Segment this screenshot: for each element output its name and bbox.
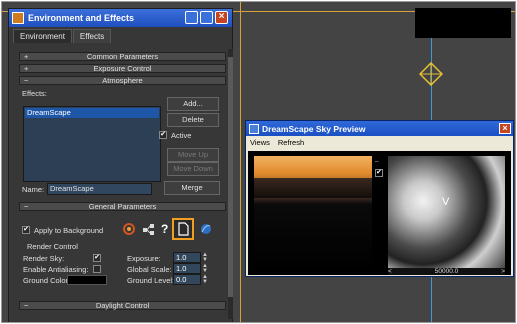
redacted-region — [415, 8, 511, 38]
environment-effects-dialog: Environment and Effects × Environment Ef… — [8, 8, 233, 322]
collapse-icon: − — [24, 301, 29, 310]
ground-level-spinner[interactable]: 0.0 ▲ ▼ — [173, 274, 208, 285]
expand-icon: + — [24, 64, 29, 73]
preview-checkbox[interactable]: ✔ — [375, 169, 383, 177]
scale-bar: < > 50000.0 — [388, 268, 505, 275]
ground-level-label: Ground Level: — [127, 276, 175, 285]
add-button[interactable]: Add... — [167, 97, 219, 111]
preview-body: ⇔ ✔ V < > 50000.0 — [248, 151, 511, 275]
render-control-label: Render Control — [27, 242, 78, 251]
maximize-button[interactable] — [200, 11, 213, 24]
close-button[interactable]: × — [215, 11, 228, 24]
effects-list[interactable]: DreamScape — [23, 106, 161, 182]
apply-background-label: Apply to Background — [34, 226, 104, 235]
name-label: Name: — [22, 185, 45, 194]
rollout-general-parameters[interactable]: − General Parameters — [19, 202, 226, 211]
dialog-titlebar[interactable]: Environment and Effects — [9, 9, 232, 27]
preview-titlebar[interactable]: DreamScape Sky Preview — [246, 121, 513, 136]
name-input[interactable]: DreamScape — [47, 183, 152, 195]
ground-color-label: Ground Color: — [23, 276, 71, 285]
dialog-scrollbar[interactable] — [228, 49, 233, 319]
active-label: Active — [171, 131, 192, 140]
dialog-title: Environment and Effects — [28, 13, 135, 23]
delete-button[interactable]: Delete — [167, 113, 219, 127]
exposure-spinner[interactable]: 1.0 ▲ ▼ — [173, 252, 208, 263]
help-icon[interactable]: ? — [161, 222, 168, 236]
minimize-button[interactable] — [185, 11, 198, 24]
expand-icon: + — [24, 52, 29, 61]
list-item[interactable]: DreamScape — [25, 108, 159, 118]
app-frame: Environment and Effects × Environment Ef… — [1, 1, 516, 323]
dreamscape-logo-icon[interactable] — [122, 222, 136, 236]
menu-views[interactable]: Views — [250, 138, 270, 147]
spinner-arrows-icon[interactable]: ▲ ▼ — [202, 252, 208, 263]
exposure-label: Exposure: — [127, 254, 161, 263]
viewport-border-line — [240, 2, 241, 322]
scale-right-arrow-icon: > — [501, 268, 505, 275]
rollout-daylight-control[interactable]: − Daylight Control — [19, 301, 226, 310]
spinner-arrows-icon[interactable]: ▲ ▼ — [202, 263, 208, 274]
global-scale-spinner[interactable]: 1.0 ▲ ▼ — [173, 263, 208, 274]
scale-left-arrow-icon: < — [388, 268, 392, 275]
merge-button[interactable]: Merge — [164, 181, 220, 195]
scale-value: 50000.0 — [434, 268, 459, 275]
globe-icon[interactable] — [199, 222, 213, 236]
active-checkbox[interactable]: ✔ — [159, 131, 167, 139]
collapse-icon: − — [24, 202, 29, 211]
spinner-arrows-icon[interactable]: ▲ ▼ — [202, 274, 208, 285]
rollout-exposure-control[interactable]: + Exposure Control — [19, 64, 226, 73]
app-icon — [12, 12, 24, 24]
collapse-icon: − — [24, 76, 29, 85]
scrollbar-thumb[interactable] — [228, 57, 233, 297]
rollout-common-parameters[interactable]: + Common Parameters — [19, 52, 226, 61]
preview-title: DreamScape Sky Preview — [262, 123, 366, 134]
preview-menubar: Views Refresh — [246, 136, 513, 148]
preview-button[interactable] — [172, 218, 194, 240]
tab-effects[interactable]: Effects — [72, 29, 112, 43]
effects-label: Effects: — [22, 89, 47, 98]
preview-app-icon — [249, 123, 259, 134]
render-sky-label: Render Sky: — [23, 254, 65, 263]
preview-close-button[interactable]: × — [499, 123, 511, 134]
rollout-atmosphere[interactable]: − Atmosphere — [19, 76, 226, 85]
horizon-band — [254, 178, 372, 198]
camera-target-icon[interactable] — [419, 62, 443, 86]
view-marker-icon: V — [442, 196, 450, 208]
ground-color-swatch[interactable] — [67, 275, 107, 285]
cloud-map-view[interactable]: V — [388, 156, 505, 268]
settings-tree-icon[interactable] — [142, 222, 156, 236]
move-down-button[interactable]: Move Down — [167, 162, 219, 176]
global-scale-label: Global Scale: — [127, 265, 172, 274]
apply-background-checkbox[interactable]: ✔ — [22, 226, 30, 234]
antialiasing-checkbox[interactable] — [93, 265, 101, 273]
sky-render-view[interactable] — [254, 156, 372, 271]
render-sky-checkbox[interactable]: ✔ — [93, 254, 101, 262]
move-up-button[interactable]: Move Up — [167, 148, 219, 162]
tab-bar: Environment Effects — [13, 29, 112, 43]
document-icon — [178, 222, 189, 236]
swap-arrows-icon[interactable]: ⇔ — [374, 159, 380, 165]
menu-refresh[interactable]: Refresh — [278, 138, 304, 147]
sky-preview-window: DreamScape Sky Preview × Views Refresh ⇔… — [245, 120, 514, 277]
antialiasing-label: Enable Antialiasing: — [23, 265, 89, 274]
tab-environment[interactable]: Environment — [13, 29, 72, 43]
